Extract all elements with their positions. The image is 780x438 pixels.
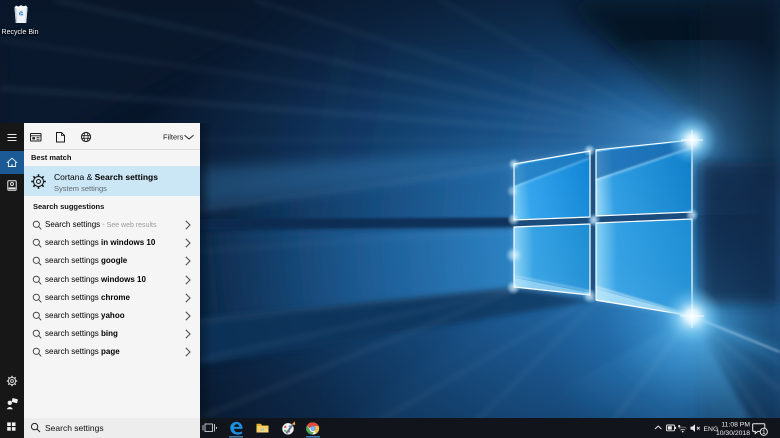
svg-text:1: 1 [762, 429, 766, 436]
svg-text:Filters: Filters [163, 133, 184, 142]
svg-text:11:08 PM: 11:08 PM [721, 421, 750, 428]
svg-text:10/30/2018: 10/30/2018 [716, 430, 750, 437]
